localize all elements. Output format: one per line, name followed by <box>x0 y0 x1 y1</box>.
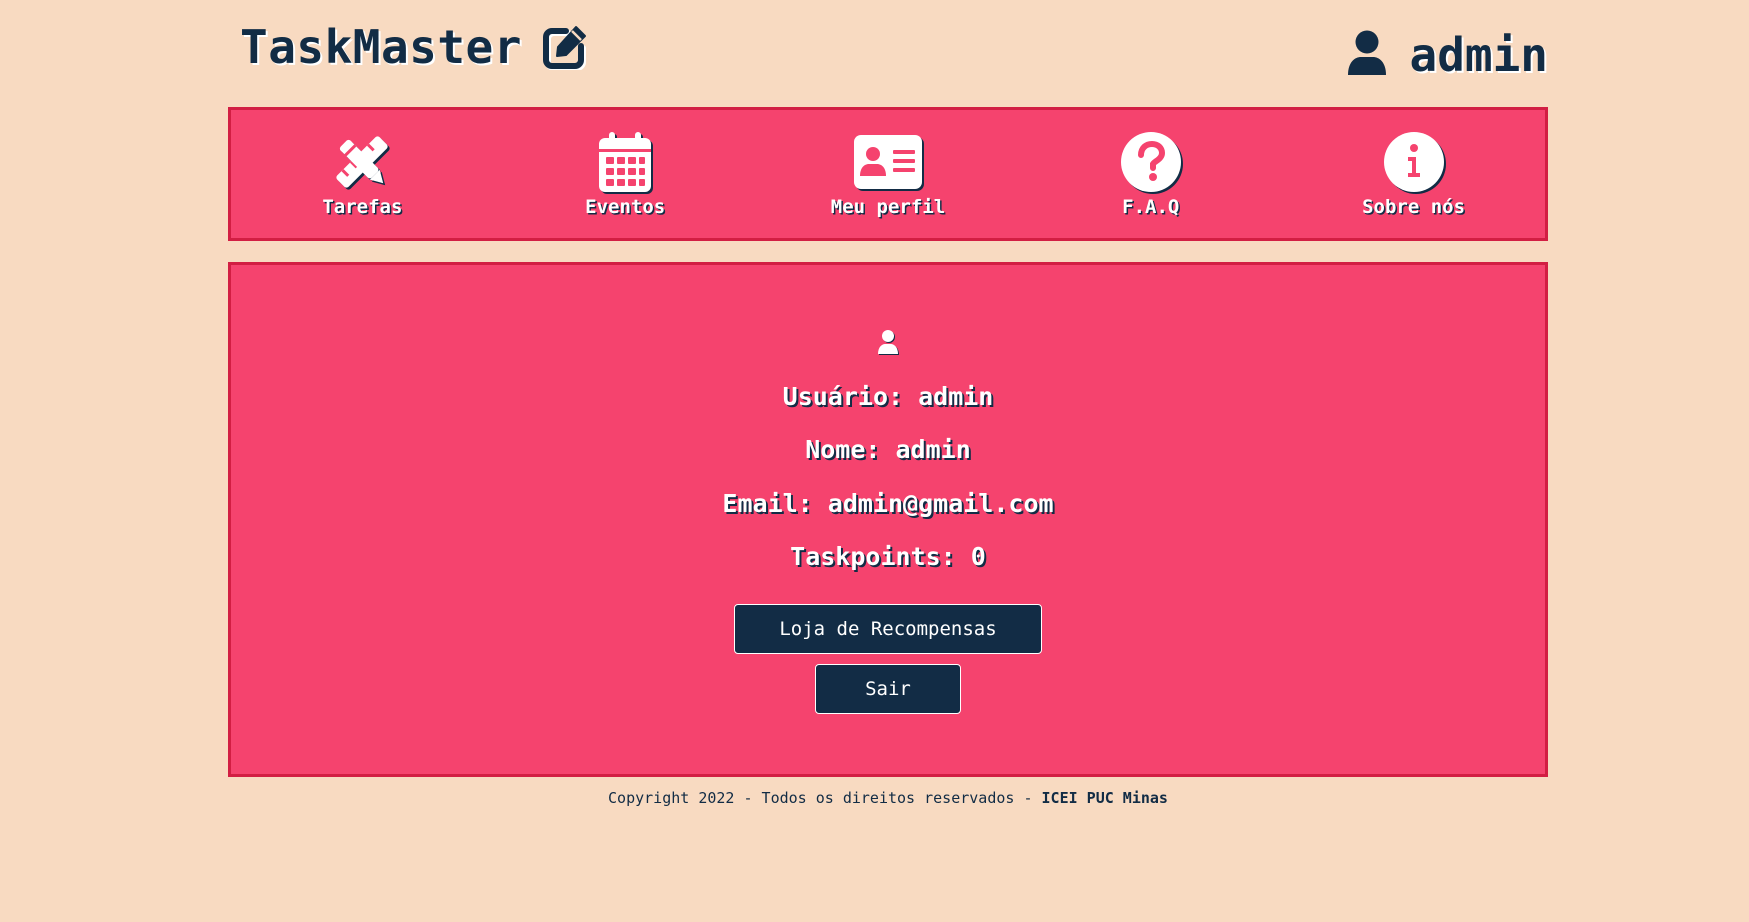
username: admin <box>1409 28 1548 82</box>
brand[interactable]: TaskMaster <box>240 20 588 74</box>
pencil-ruler-icon <box>330 130 394 194</box>
profile-usuario: Usuário: admin <box>782 382 994 411</box>
info-circle-icon <box>1383 130 1445 194</box>
user-box[interactable]: admin <box>1346 28 1548 82</box>
nav-item-tarefas[interactable]: Tarefas <box>262 130 462 218</box>
profile-email: Email: admin@gmail.com <box>722 489 1054 518</box>
edit-icon <box>542 24 588 70</box>
nav-item-meu-perfil[interactable]: Meu perfil <box>788 130 988 218</box>
nav-bar: Tarefas Eventos Meu perfil F.A.Q Sobre n… <box>228 107 1548 241</box>
logout-button[interactable]: Sair <box>815 664 961 714</box>
nav-label-meu-perfil: Meu perfil <box>830 196 946 218</box>
app-title: TaskMaster <box>240 20 522 74</box>
id-card-icon <box>853 130 923 194</box>
profile-panel: Usuário: admin Nome: admin Email: admin@… <box>228 262 1548 777</box>
footer-copyright: Copyright 2022 - Todos os direitos reser… <box>608 789 1042 807</box>
nav-item-sobre-nos[interactable]: Sobre nós <box>1314 130 1514 218</box>
user-icon <box>877 329 899 359</box>
profile-nome: Nome: admin <box>805 435 971 464</box>
footer: Copyright 2022 - Todos os direitos reser… <box>228 789 1548 807</box>
nav-label-eventos: Eventos <box>585 196 666 218</box>
question-circle-icon <box>1120 130 1182 194</box>
nav-label-sobre-nos: Sobre nós <box>1362 196 1466 218</box>
nav-label-faq: F.A.Q <box>1122 196 1180 218</box>
nav-label-tarefas: Tarefas <box>322 196 403 218</box>
calendar-icon <box>597 130 653 194</box>
user-icon <box>1346 29 1388 81</box>
nav-item-eventos[interactable]: Eventos <box>525 130 725 218</box>
header: TaskMaster admin <box>228 0 1548 100</box>
nav-item-faq[interactable]: F.A.Q <box>1051 130 1251 218</box>
footer-org: ICEI PUC Minas <box>1041 789 1168 807</box>
profile-taskpoints: Taskpoints: 0 <box>790 542 986 571</box>
rewards-store-button[interactable]: Loja de Recompensas <box>734 604 1042 654</box>
